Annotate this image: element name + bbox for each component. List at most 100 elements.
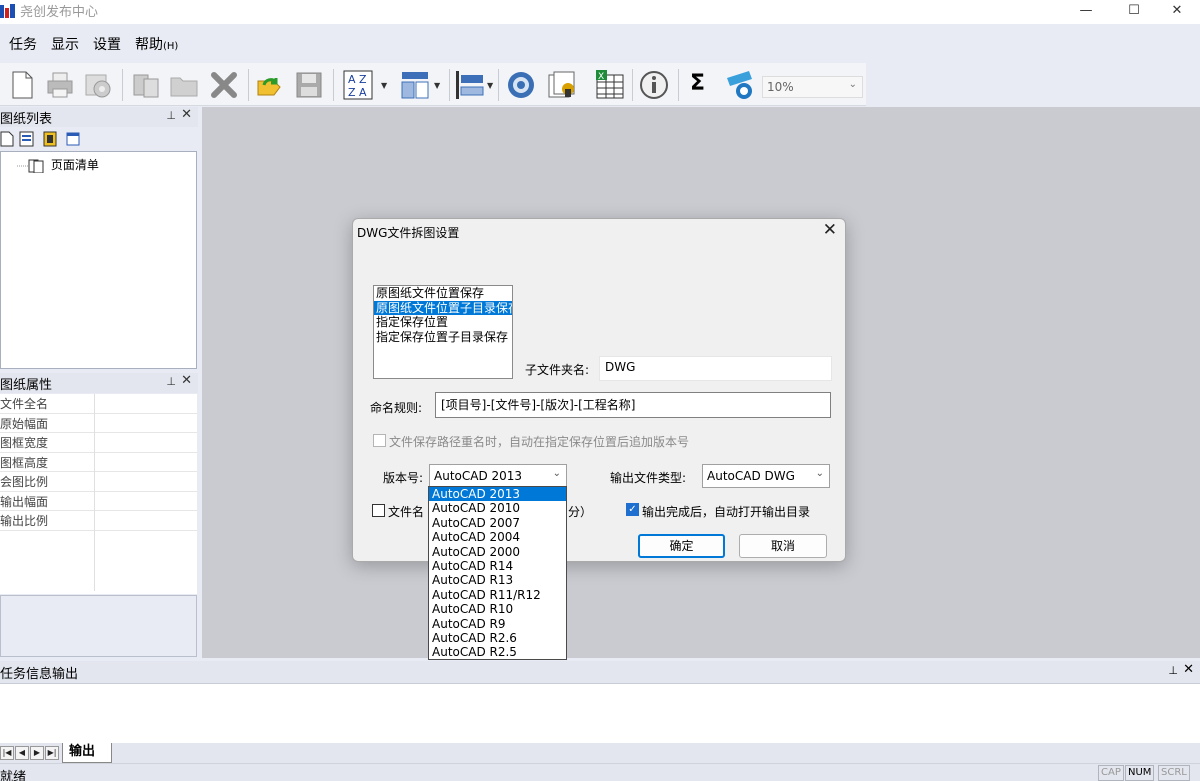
property-row[interactable]: 输出幅面 — [0, 492, 197, 511]
close-icon[interactable]: ✕ — [1183, 662, 1194, 677]
layout-dropdown-icon[interactable]: ▼ — [434, 81, 440, 90]
dropdown-option[interactable]: AutoCAD 2000 — [429, 545, 566, 559]
new-file-icon[interactable] — [6, 69, 38, 101]
table-view-icon[interactable] — [66, 132, 80, 146]
sort-az-icon[interactable]: A ZZ A — [342, 69, 374, 101]
close-icon[interactable]: ✕ — [181, 107, 192, 122]
dropdown-option[interactable]: AutoCAD 2004 — [429, 530, 566, 544]
property-label: 输出幅面 — [0, 494, 49, 509]
next-tab-icon[interactable]: ▶ — [30, 746, 44, 760]
cancel-button[interactable]: 取消 — [739, 534, 827, 558]
list-item-selected[interactable]: 原图纸文件位置子目录保存 — [374, 300, 512, 315]
dropdown-option[interactable]: AutoCAD R11/R12 — [429, 588, 566, 602]
refresh-icon[interactable] — [254, 69, 286, 101]
filename-checkbox-label: 文件名 — [388, 505, 425, 519]
page-list-icon[interactable] — [19, 131, 35, 147]
arrange-icon[interactable] — [454, 69, 486, 101]
title-bar: 尧创发布中心 — ☐ ✕ — [0, 0, 1200, 24]
pin-icon[interactable]: ⊥ — [1168, 664, 1178, 677]
output-type-select[interactable]: AutoCAD DWG ⌄ — [702, 464, 830, 488]
properties-header: 图纸属性 ⊥ ✕ — [0, 373, 198, 393]
ok-button[interactable]: 确定 — [638, 534, 725, 558]
close-icon[interactable]: ✕ — [181, 373, 192, 388]
gear-icon[interactable] — [505, 69, 537, 101]
subfolder-label: 子文件夹名: — [525, 363, 590, 377]
dropdown-option[interactable]: AutoCAD R10 — [429, 602, 566, 616]
tree-node-page-list[interactable]: 页面清单 — [17, 156, 99, 173]
property-label: 输出比例 — [0, 514, 49, 528]
cap-indicator: CAP — [1098, 765, 1124, 781]
filename-checkbox-label-end: 分） — [568, 505, 593, 519]
property-row[interactable]: 原始幅面 — [0, 414, 197, 433]
arrange-dropdown-icon[interactable]: ▼ — [487, 81, 493, 90]
save-icon[interactable] — [293, 69, 325, 101]
open-dir-checkbox[interactable]: ✓ — [626, 503, 639, 516]
menu-task[interactable]: 任务 — [9, 34, 37, 54]
print-icon[interactable] — [44, 69, 76, 101]
output-area — [0, 683, 1200, 743]
dropdown-option[interactable]: AutoCAD R2.6 — [429, 631, 566, 645]
property-row[interactable]: 会图比例 — [0, 472, 197, 492]
list-item[interactable]: 指定保存位置 — [374, 315, 512, 330]
list-item[interactable]: 指定保存位置子目录保存 — [374, 330, 512, 345]
property-label: 图框宽度 — [0, 436, 49, 450]
delete-icon[interactable] — [208, 69, 240, 101]
sigma-icon[interactable]: Σ — [690, 69, 722, 101]
first-tab-icon[interactable]: |◀ — [0, 746, 14, 760]
sheet-icon[interactable] — [43, 131, 57, 147]
tab-output[interactable]: 输出 — [62, 743, 112, 763]
toolbar: AZZA ▼ ▼ ▼ X Σ — [0, 63, 866, 106]
property-row[interactable]: 文件全名 — [0, 394, 197, 414]
open-folder-icon[interactable] — [168, 69, 200, 101]
filename-checkbox[interactable] — [372, 504, 385, 517]
dwg-split-dialog: DWG文件拆图设置 ✕ 原图纸文件位置保存 原图纸文件位置子目录保存 指定保存位… — [352, 218, 846, 562]
minimize-button[interactable]: — — [1063, 0, 1109, 24]
zoom-icon[interactable] — [724, 69, 756, 101]
property-row[interactable]: 输出比例 — [0, 511, 197, 531]
publish-icon[interactable] — [546, 69, 578, 101]
dropdown-option[interactable]: AutoCAD R9 — [429, 617, 566, 631]
print-setup-icon[interactable] — [82, 69, 114, 101]
open-dir-checkbox-label: 输出完成后，自动打开输出目录 — [642, 505, 811, 519]
dropdown-option[interactable]: AutoCAD 2010 — [429, 501, 566, 515]
pin-icon[interactable]: ⊥ — [166, 375, 176, 388]
subfolder-field[interactable]: DWG — [599, 356, 832, 381]
pages-icon — [17, 159, 44, 173]
rename-checkbox[interactable] — [373, 434, 386, 447]
tree-node-label: 页面清单 — [50, 158, 99, 172]
menu-view[interactable]: 显示 — [51, 34, 79, 54]
zoom-select[interactable]: 10% ⌄ — [762, 76, 863, 98]
dropdown-option-selected[interactable]: AutoCAD 2013 — [429, 487, 566, 502]
property-row[interactable]: 图框宽度 — [0, 433, 197, 453]
dropdown-option[interactable]: AutoCAD R2.5 — [429, 645, 566, 659]
property-label: 会图比例 — [0, 475, 49, 489]
last-tab-icon[interactable]: ▶| — [45, 746, 59, 760]
new-page-icon[interactable] — [0, 131, 14, 147]
menu-settings[interactable]: 设置 — [93, 34, 121, 54]
naming-rule-field[interactable]: [项目号]-[文件号]-[版次]-[工程名称] — [435, 392, 831, 418]
dropdown-option[interactable]: AutoCAD R13 — [429, 573, 566, 587]
info-icon[interactable] — [638, 69, 670, 101]
sort-dropdown-icon[interactable]: ▼ — [381, 81, 387, 90]
version-select[interactable]: AutoCAD 2013 ⌄ — [429, 464, 567, 488]
app-logo-icon — [0, 4, 15, 18]
list-item[interactable]: 原图纸文件位置保存 — [374, 286, 512, 301]
layout-icon[interactable] — [399, 69, 431, 101]
property-label: 原始幅面 — [0, 416, 49, 431]
version-dropdown-list[interactable]: AutoCAD 2013 AutoCAD 2010 AutoCAD 2007 A… — [428, 486, 567, 660]
dropdown-option[interactable]: AutoCAD 2007 — [429, 516, 566, 530]
prev-tab-icon[interactable]: ◀ — [15, 746, 29, 760]
dropdown-option[interactable]: AutoCAD R14 — [429, 559, 566, 573]
copy-icon[interactable] — [130, 69, 162, 101]
close-icon[interactable]: ✕ — [823, 220, 837, 240]
menu-help[interactable]: 帮助(H) — [135, 34, 178, 54]
maximize-button[interactable]: ☐ — [1111, 0, 1157, 24]
close-window-button[interactable]: ✕ — [1154, 0, 1200, 24]
output-type-value: AutoCAD DWG — [707, 469, 795, 483]
svg-text:Z: Z — [359, 73, 367, 86]
property-row[interactable]: 图框高度 — [0, 453, 197, 472]
excel-export-icon[interactable]: X — [594, 69, 626, 101]
save-location-list[interactable]: 原图纸文件位置保存 原图纸文件位置子目录保存 指定保存位置 指定保存位置子目录保… — [373, 285, 513, 379]
output-type-label: 输出文件类型: — [610, 471, 687, 485]
pin-icon[interactable]: ⊥ — [166, 109, 176, 122]
